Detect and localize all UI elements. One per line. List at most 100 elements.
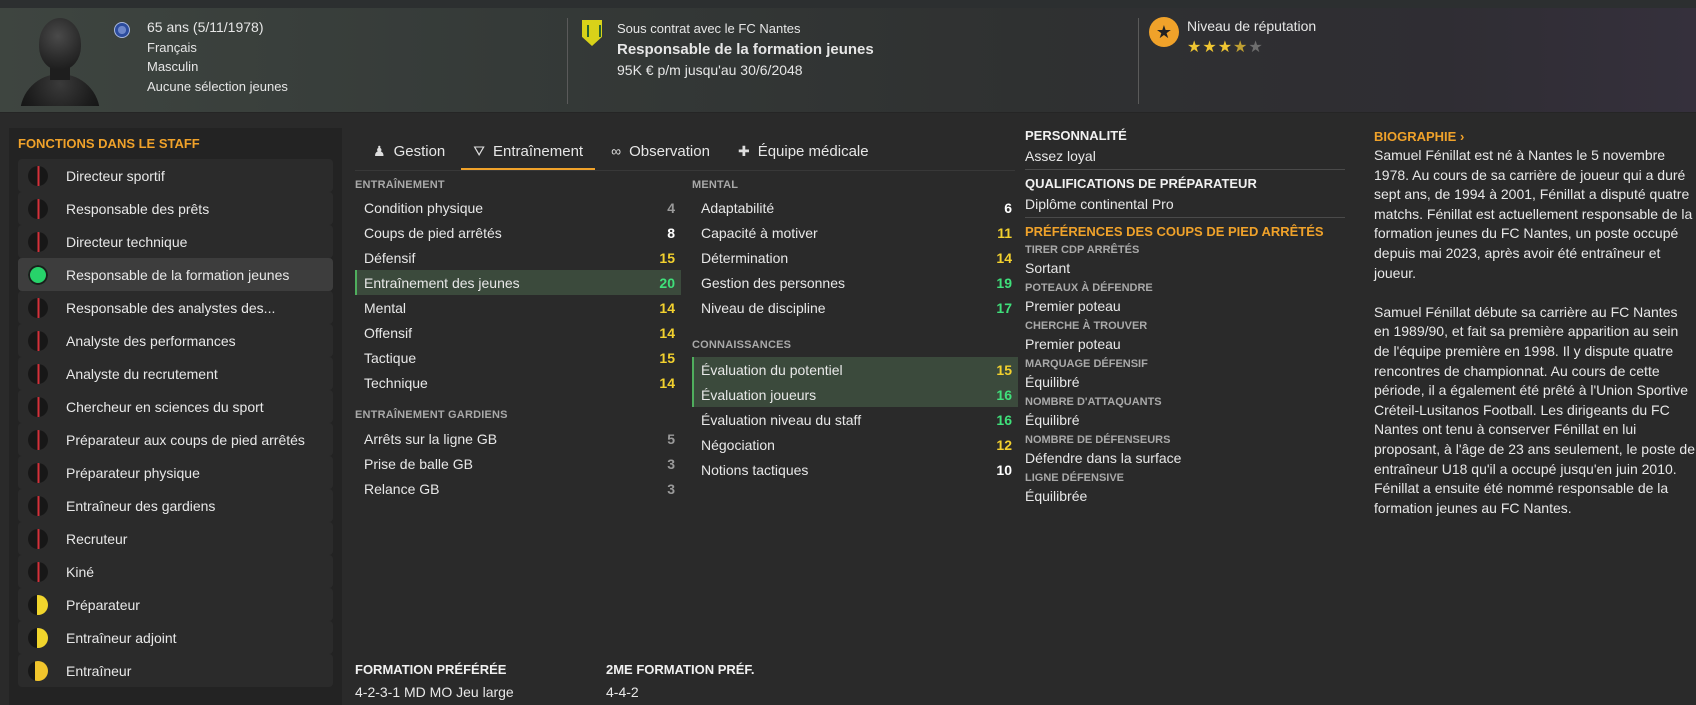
staff-role-item[interactable]: Recruteur — [18, 522, 333, 555]
staff-role-label: Chercheur en sciences du sport — [66, 398, 264, 415]
header-strip — [0, 0, 1696, 8]
club-badge-icon[interactable] — [582, 20, 602, 46]
attribute-row[interactable]: Capacité à motiver 11 — [692, 220, 1018, 245]
staff-role-item[interactable]: Directeur technique — [18, 225, 333, 258]
attribute-row[interactable]: Évaluation niveau du staff 16 — [692, 407, 1018, 432]
setpiece-pref-label: LIGNE DÉFENSIVE — [1025, 472, 1125, 484]
role-suitability-icon — [28, 429, 48, 450]
staff-role-item[interactable]: Chercheur en sciences du sport — [18, 390, 333, 423]
section-divider — [1025, 169, 1345, 170]
attribute-row[interactable]: Relance GB 3 — [355, 476, 681, 501]
nationality-text[interactable]: Français — [147, 38, 288, 58]
attribute-label: Capacité à motiver — [701, 224, 818, 241]
attribute-row[interactable]: Évaluation joueurs 16 — [692, 382, 1018, 407]
setpiece-preferences-title: PRÉFÉRENCES DES COUPS DE PIED ARRÊTÉS — [1025, 224, 1324, 239]
staff-role-item[interactable]: Entraîneur des gardiens — [18, 489, 333, 522]
staff-role-label: Kiné — [66, 563, 95, 580]
staff-role-label: Préparateur aux coups de pied arrêtés — [66, 431, 305, 448]
tab-entrainement[interactable]: ⛛ Entraînement — [459, 131, 597, 171]
attribute-value: 3 — [667, 480, 675, 497]
staff-role-item[interactable]: Directeur sportif — [18, 159, 333, 192]
nation-flag-icon[interactable] — [114, 22, 130, 38]
attribute-row[interactable]: Notions tactiques 10 — [692, 457, 1018, 482]
avatar-head — [39, 18, 81, 70]
staff-role-item[interactable]: Préparateur aux coups de pied arrêtés — [18, 423, 333, 456]
staff-role-item[interactable]: Responsable de la formation jeunes — [18, 258, 333, 291]
role-suitability-icon — [28, 396, 48, 417]
staff-role-item[interactable]: Préparateur — [18, 588, 333, 621]
tab-gestion[interactable]: ♟ Gestion — [359, 131, 459, 171]
knowledge-attributes: Évaluation du potentiel 15 Évaluation joue… — [692, 357, 1018, 482]
attribute-row[interactable]: Prise de balle GB 3 — [355, 451, 681, 476]
reputation-label: Niveau de réputation — [1187, 18, 1317, 34]
tab-divider — [355, 170, 1015, 171]
role-suitability-icon — [28, 297, 48, 318]
attribute-row[interactable]: Détermination 14 — [692, 245, 1018, 270]
biography-text: Samuel Fénillat est né à Nantes le 5 nov… — [1374, 146, 1696, 518]
attribute-label: Défensif — [364, 249, 416, 266]
star-full-icon: ★ — [1217, 39, 1234, 56]
biography-paragraph: Samuel Fénillat est né à Nantes le 5 nov… — [1374, 147, 1696, 281]
role-text: Responsable de la formation jeunes — [617, 41, 874, 58]
attribute-row[interactable]: Négociation 12 — [692, 432, 1018, 457]
personality-panel: PERSONNALITÉ Assez loyal QUALIFICATIONS … — [1025, 128, 1345, 504]
staff-role-item[interactable]: Analyste des performances — [18, 324, 333, 357]
attribute-row[interactable]: Arrêts sur la ligne GB 5 — [355, 426, 681, 451]
tab-observation[interactable]: ∞ Observation — [597, 131, 724, 171]
profile-header: 65 ans (5/11/1978) Français Masculin Auc… — [0, 0, 1696, 113]
attribute-row[interactable]: Niveau de discipline 17 — [692, 295, 1018, 320]
attribute-row[interactable]: Entraînement des jeunes 20 — [355, 270, 681, 295]
contract-line[interactable]: Sous contrat avec le FC Nantes — [617, 18, 874, 39]
setpiece-pref-label: NOMBRE D'ATTAQUANTS — [1025, 396, 1162, 408]
staff-role-item[interactable]: Responsable des analystes des... — [18, 291, 333, 324]
role-suitability-icon — [28, 462, 48, 483]
attribute-row[interactable]: Évaluation du potentiel 15 — [692, 357, 1018, 382]
attribute-label: Évaluation du potentiel — [701, 361, 843, 378]
biography-paragraph: Samuel Fénillat débute sa carrière au FC… — [1374, 303, 1696, 516]
attribute-value: 10 — [996, 461, 1012, 478]
role-suitability-icon — [28, 231, 48, 252]
attribute-value: 5 — [667, 430, 675, 447]
staff-role-item[interactable]: Kiné — [18, 555, 333, 588]
contract-info: Sous contrat avec le FC Nantes Responsab… — [617, 18, 874, 81]
setpiece-preferences-list: TIRER CDP ARRÊTÉS Sortant POTEAUX À DÉFEND… — [1025, 244, 1345, 504]
staff-role-item[interactable]: Entraîneur adjoint — [18, 621, 333, 654]
attribute-row[interactable]: Technique 14 — [355, 370, 681, 395]
attribute-row[interactable]: Gestion des personnes 19 — [692, 270, 1018, 295]
attribute-label: Niveau de discipline — [701, 299, 826, 316]
setpiece-pref-value: Équilibrée — [1025, 488, 1088, 504]
biography-title-text: BIOGRAPHIE — [1374, 129, 1457, 144]
personality-value: Assez loyal — [1025, 148, 1096, 164]
role-suitability-icon — [28, 660, 48, 681]
role-suitability-icon — [28, 264, 48, 285]
attribute-value: 14 — [659, 299, 675, 316]
attribute-label: Arrêts sur la ligne GB — [364, 430, 498, 447]
attribute-value: 11 — [997, 224, 1012, 241]
setpiece-pref-value: Premier poteau — [1025, 336, 1121, 352]
role-suitability-icon — [28, 363, 48, 384]
staff-role-label: Préparateur physique — [66, 464, 200, 481]
attribute-label: Évaluation joueurs — [701, 386, 817, 403]
staff-role-item[interactable]: Entraîneur — [18, 654, 333, 687]
staff-role-label: Responsable des prêts — [66, 200, 210, 217]
mental-attributes: Adaptabilité 6 Capacité à motiver 11 Détermi… — [692, 195, 1018, 320]
attribute-row[interactable]: Adaptabilité 6 — [692, 195, 1018, 220]
biography-title[interactable]: BIOGRAPHIE › — [1374, 129, 1464, 144]
attribute-label: Condition physique — [364, 199, 484, 216]
attribute-row[interactable]: Offensif 14 — [355, 320, 681, 345]
attribute-value: 16 — [996, 411, 1012, 428]
attribute-row[interactable]: Mental 14 — [355, 295, 681, 320]
attribute-value: 3 — [667, 455, 675, 472]
attribute-row[interactable]: Coups de pied arrêtés 8 — [355, 220, 681, 245]
attribute-row[interactable]: Tactique 15 — [355, 345, 681, 370]
staff-role-item[interactable]: Analyste du recrutement — [18, 357, 333, 390]
preferred-formation-label: FORMATION PRÉFÉRÉE — [355, 662, 507, 677]
attribute-row[interactable]: Condition physique 4 — [355, 195, 681, 220]
staff-role-item[interactable]: Préparateur physique — [18, 456, 333, 489]
staff-role-item[interactable]: Responsable des prêts — [18, 192, 333, 225]
staff-role-label: Entraîneur des gardiens — [66, 497, 216, 514]
attribute-row[interactable]: Défensif 15 — [355, 245, 681, 270]
reputation-stars: ★★★★★ — [1187, 37, 1264, 57]
attribute-label: Détermination — [701, 249, 789, 266]
tab-equipe-medicale[interactable]: ✚ Équipe médicale — [724, 131, 883, 171]
